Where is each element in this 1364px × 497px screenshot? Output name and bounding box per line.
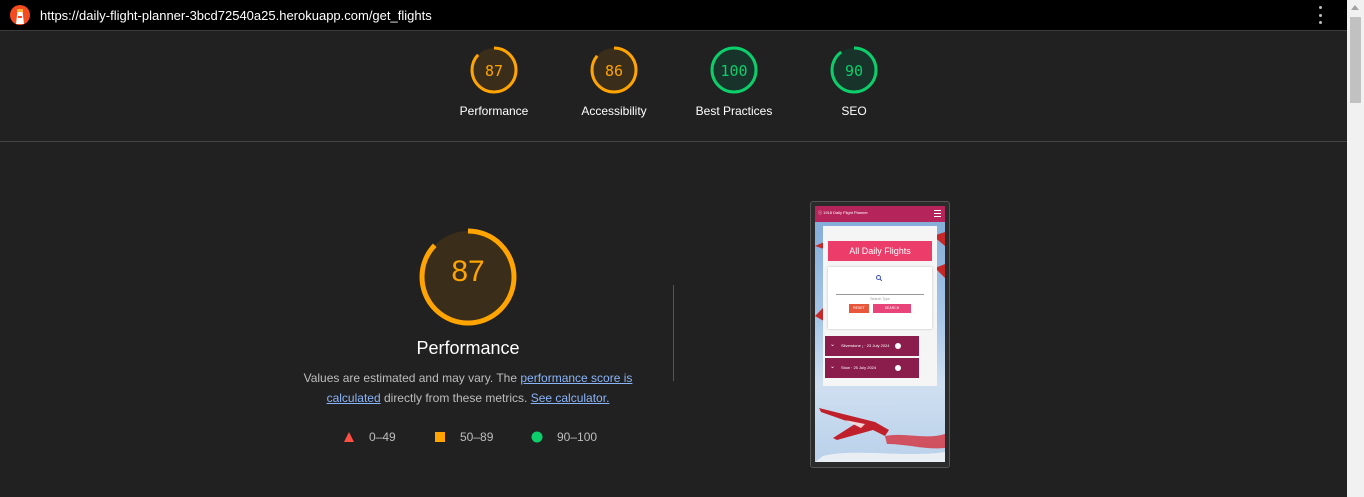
preview-title: All Daily Flights [828, 241, 932, 261]
best-practices-score: 100 [720, 62, 748, 80]
hamburger-icon [934, 210, 941, 217]
preview-row-text: Stow · 25 July 2024 [841, 365, 877, 370]
legend-average-label: 50–89 [460, 430, 494, 444]
search-icon [876, 275, 882, 281]
vertical-scrollbar[interactable] [1347, 0, 1364, 497]
red-arrow-jet-image [815, 408, 945, 462]
info-icon [895, 365, 901, 371]
final-screenshot-thumbnail[interactable]: ⓢ 1918 Daily Flight Planner All Daily Fl… [810, 201, 950, 468]
legend-pass-label: 90–100 [557, 430, 598, 444]
scroll-thumb[interactable] [1350, 17, 1361, 103]
kebab-menu-icon[interactable] [1314, 6, 1326, 24]
preview-brand: ⓢ 1918 Daily Flight Planner [818, 210, 868, 215]
accessibility-score: 86 [604, 62, 624, 80]
seo-label: SEO [841, 104, 867, 118]
legend-pass: 90–100 [531, 430, 597, 444]
chevron-down-icon: ⌄ [830, 342, 836, 348]
chevron-down-icon: ⌄ [830, 364, 836, 370]
performance-title: Performance [416, 338, 520, 358]
page-url: https://daily-flight-planner-3bcd72540a2… [40, 7, 432, 23]
triangle-icon [344, 432, 354, 442]
preview-search-underline [836, 294, 924, 295]
lighthouse-logo-icon [10, 5, 30, 25]
performance-big-score: 87 [451, 255, 485, 288]
preview-flight-row: ⌄ Stow · 25 July 2024 [825, 358, 919, 378]
gauge-seo[interactable]: 90 SEO [794, 45, 914, 118]
performance-description: Values are estimated and may vary. The p… [290, 368, 646, 408]
preview-navbar: ⓢ 1918 Daily Flight Planner [815, 206, 945, 222]
gauge-accessibility[interactable]: 86 Accessibility [554, 45, 674, 118]
circle-icon [531, 431, 543, 443]
section-divider [673, 285, 674, 381]
legend-average: 50–89 [434, 430, 493, 444]
desc-prefix: Values are estimated and may vary. The [303, 371, 521, 385]
performance-score: 87 [484, 62, 504, 80]
legend-fail: 0–49 [343, 430, 396, 444]
desc-middle: directly from these metrics. [380, 391, 531, 405]
gauge-performance[interactable]: 87 Performance [434, 45, 554, 118]
preview-flight-row: ⌄ Silverstone ₁ · 23 July 2024 [825, 336, 919, 356]
browser-bar: https://daily-flight-planner-3bcd72540a2… [0, 0, 1364, 31]
score-summary: 87 Performance 86 Accessibility 100 Best… [0, 31, 1347, 142]
scroll-up-arrow-icon[interactable] [1351, 5, 1359, 10]
see-calculator-link[interactable]: See calculator. [531, 391, 610, 405]
preview-row-text: Silverstone ₁ · 23 July 2024 [841, 343, 890, 348]
legend-fail-label: 0–49 [369, 430, 396, 444]
performance-section: 87 Performance Values are estimated and … [0, 142, 1347, 497]
preview-search-button: SEARCH [873, 304, 911, 313]
preview-reset-button: RESET [849, 304, 869, 313]
performance-label: Performance [459, 104, 529, 118]
best-practices-label: Best Practices [695, 104, 773, 118]
preview-search-panel: Search Type RESET SEARCH [828, 267, 932, 329]
phone-screen: ⓢ 1918 Daily Flight Planner All Daily Fl… [815, 206, 945, 462]
info-icon [895, 343, 901, 349]
preview-search-hint: Search Type [870, 297, 890, 301]
accessibility-label: Accessibility [581, 104, 647, 118]
gauge-best-practices[interactable]: 100 Best Practices [674, 45, 794, 118]
square-icon [435, 432, 445, 442]
seo-score: 90 [844, 62, 864, 80]
